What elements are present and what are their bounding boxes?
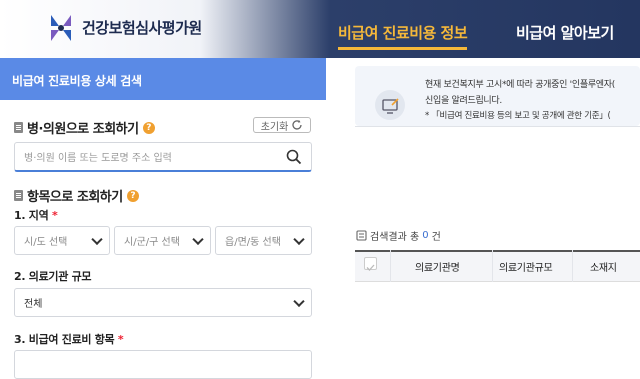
brand-name[interactable]: 건강보험심사평가원 (82, 17, 202, 38)
eupmyeondong-select-value: 읍/면/동 선택 (225, 237, 281, 248)
sigungu-select[interactable]: 시/군/구 선택 (114, 226, 211, 255)
hospital-search-placeholder: 병·의원 이름 또는 도로명 주소 입력 (24, 153, 172, 164)
chevron-down-icon (293, 233, 305, 245)
notice-line-1: 현재 보건복지부 고시*에 따라 공개중인 '인플루엔자( (425, 80, 615, 90)
nav-price-info-label: 비급여 진료비용 정보 (338, 24, 468, 42)
column-divider (492, 250, 493, 282)
item-label: 3. 비급여 진료비 항목 * (14, 331, 124, 347)
column-divider (572, 250, 573, 282)
hospital-search-heading-text: 병·의원으로 조회하기 (27, 122, 139, 137)
result-summary: 검색결과 총0건 (356, 228, 441, 243)
top-header: 건강보험심사평가원 비급여 진료비용 정보 비급여 알아보기 (0, 0, 640, 58)
item-label-text: 3. 비급여 진료비 항목 (14, 333, 115, 346)
search-icon[interactable] (286, 149, 302, 165)
nav-active-indicator (338, 47, 468, 50)
hira-logo-icon[interactable] (48, 12, 74, 44)
item-select[interactable] (14, 350, 312, 379)
list-icon (356, 230, 367, 241)
required-mark: * (51, 209, 58, 222)
result-suffix: 건 (431, 232, 441, 243)
eupmyeondong-select[interactable]: 읍/면/동 선택 (215, 226, 312, 255)
reset-button-label: 초기화 (260, 121, 289, 133)
nav-price-info[interactable]: 비급여 진료비용 정보 (338, 22, 468, 50)
notice-line-2: 신입을 알려드립니다. (425, 96, 502, 106)
column-hospital-scale[interactable]: 의료기관규모 (499, 259, 553, 274)
column-divider (390, 250, 391, 282)
item-search-heading-text: 항목으로 조회하기 (27, 190, 123, 205)
hospital-search-input[interactable]: 병·의원 이름 또는 도로명 주소 입력 (14, 142, 312, 172)
document-icon (14, 190, 23, 201)
refresh-icon (292, 120, 302, 130)
item-search-heading: 항목으로 조회하기 ? (14, 186, 139, 205)
sido-select-value: 시/도 선택 (24, 237, 68, 248)
scale-select-value: 전체 (24, 299, 43, 310)
select-all-checkbox[interactable] (364, 257, 377, 271)
help-icon[interactable]: ? (126, 189, 139, 202)
region-label-text: 1. 지역 (14, 209, 49, 222)
check-icon (366, 264, 375, 271)
nav-learn-more[interactable]: 비급여 알아보기 (516, 22, 614, 43)
region-label: 1. 지역 * (14, 207, 58, 223)
required-mark: * (117, 333, 124, 346)
help-icon[interactable]: ? (142, 121, 155, 134)
notice-divider (355, 126, 640, 127)
chevron-down-icon (192, 233, 204, 245)
column-location[interactable]: 소재지 (590, 259, 617, 274)
monitor-pen-icon (382, 98, 399, 114)
hospital-search-heading: 병·의원으로 조회하기 ? (14, 118, 155, 137)
notice-line-3: * 「비급여 진료비용 등의 보고 및 공개에 관한 기준」( (425, 111, 611, 121)
reset-button[interactable]: 초기화 (253, 117, 311, 133)
result-prefix: 검색결과 총 (370, 232, 420, 243)
scale-label: 2. 의료기관 규모 (14, 270, 92, 283)
panel-title: 비급여 진료비용 상세 검색 (0, 58, 326, 100)
sido-select[interactable]: 시/도 선택 (14, 226, 110, 255)
notice-icon (375, 90, 405, 120)
chevron-down-icon (91, 233, 103, 245)
sigungu-select-value: 시/군/구 선택 (124, 237, 180, 248)
result-count: 0 (422, 230, 429, 241)
chevron-down-icon (293, 295, 305, 307)
column-hospital-name[interactable]: 의료기관명 (415, 259, 460, 274)
scale-select[interactable]: 전체 (14, 288, 312, 317)
document-icon (14, 122, 23, 133)
